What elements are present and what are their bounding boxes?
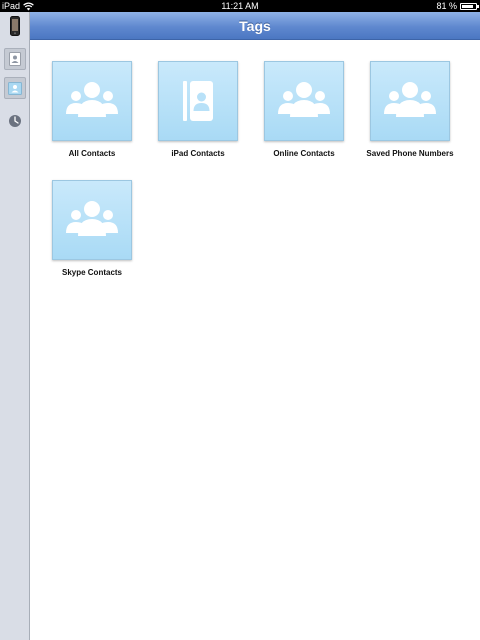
- sidebar-item-recent[interactable]: [4, 110, 26, 132]
- tag-thumbnail[interactable]: [52, 61, 132, 141]
- tag-contacts-icon: [8, 81, 22, 95]
- address-book-icon: [183, 81, 213, 121]
- battery-icon: [460, 2, 479, 10]
- sidebar-item-device[interactable]: [4, 15, 26, 37]
- status-right: 81 %: [436, 0, 479, 12]
- group-icon: [278, 82, 330, 117]
- status-bar: iPad 11:21 AM 81 %: [0, 0, 480, 12]
- tag-thumbnail[interactable]: [264, 61, 344, 141]
- clock-icon: [9, 115, 21, 127]
- sidebar: [0, 12, 30, 640]
- tag-thumbnail[interactable]: [158, 61, 238, 141]
- group-icon: [66, 82, 118, 117]
- sidebar-item-contacts[interactable]: [4, 48, 26, 70]
- contact-card-icon: [9, 52, 21, 66]
- battery-percent: 81 %: [436, 1, 457, 11]
- tag-thumbnail[interactable]: [370, 61, 450, 141]
- tag-label[interactable]: Online Contacts: [244, 149, 364, 158]
- tag-label[interactable]: Saved Phone Numbers: [350, 149, 470, 158]
- iphone-icon: [10, 16, 20, 36]
- battery-level: [462, 4, 473, 8]
- sidebar-item-tags[interactable]: [4, 77, 26, 99]
- tag-label[interactable]: Skype Contacts: [32, 268, 152, 277]
- group-icon: [384, 82, 436, 117]
- status-time: 11:21 AM: [221, 1, 259, 11]
- tag-label[interactable]: iPad Contacts: [138, 149, 258, 158]
- tag-thumbnail[interactable]: [52, 180, 132, 260]
- tags-grid: All Contacts iPad Contacts Online Contac…: [31, 40, 480, 640]
- page-title: Tags: [30, 12, 480, 40]
- tag-label[interactable]: All Contacts: [32, 149, 152, 158]
- group-icon: [66, 201, 118, 236]
